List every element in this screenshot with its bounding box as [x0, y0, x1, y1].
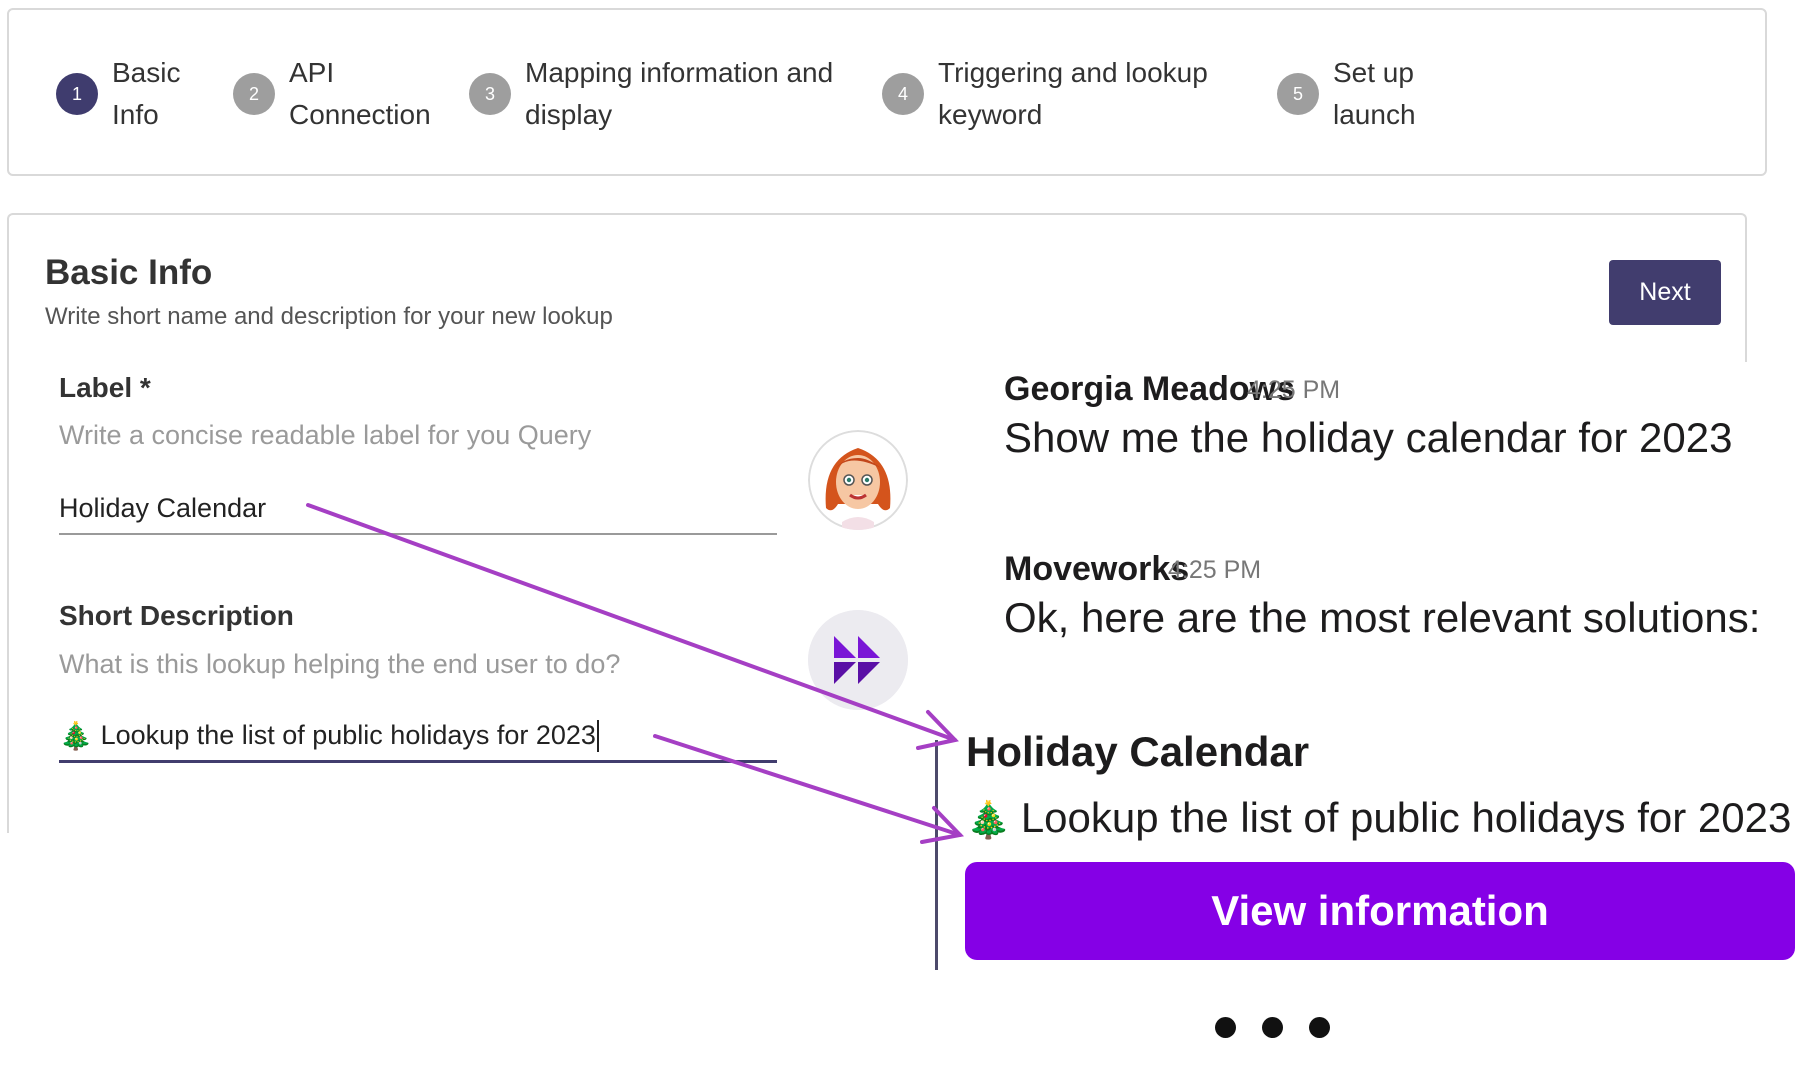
step-label-line2: Connection — [289, 99, 431, 130]
tree-emoji-icon: 🎄 — [59, 720, 93, 751]
step-number: 4 — [882, 73, 924, 115]
message-text: Ok, here are the most relevant solutions… — [1004, 594, 1761, 641]
label-input[interactable]: Holiday Calendar — [59, 483, 777, 535]
message-time: 4:25 PM — [1168, 556, 1262, 584]
card-accent-bar — [935, 740, 938, 970]
user-avatar-icon[interactable] — [808, 430, 908, 530]
page-subtitle: Write short name and description for you… — [45, 303, 613, 330]
step-number: 5 — [1277, 73, 1319, 115]
step-mapping[interactable]: 3 Mapping information and display — [469, 52, 833, 136]
typing-dot — [1215, 1017, 1236, 1038]
step-label-line2: keyword — [938, 99, 1043, 130]
sender-name[interactable]: Moveworks — [1004, 550, 1189, 589]
page-title: Basic Info — [45, 253, 213, 292]
label-field-hint: Write a concise readable label for you Q… — [59, 420, 592, 450]
step-label-line1: Basic — [112, 57, 181, 88]
step-number: 2 — [233, 73, 275, 115]
card-description: 🎄 Lookup the list of public holidays for … — [966, 794, 1791, 842]
card-description-text: Lookup the list of public holidays for 2… — [1020, 794, 1792, 841]
step-label-line2: launch — [1333, 99, 1416, 130]
stepper: 1 Basic Info 2 API Connection 3 Mapping … — [7, 8, 1767, 176]
tree-emoji-icon: 🎄 — [966, 799, 1011, 840]
step-number: 1 — [56, 73, 98, 115]
message-time: 4:25 PM — [1247, 376, 1341, 404]
description-field-label: Short Description — [59, 600, 294, 631]
step-label: Basic Info — [112, 52, 180, 136]
moveworks-logo-icon[interactable] — [808, 610, 908, 710]
description-field-hint: What is this lookup helping the end user… — [59, 649, 621, 679]
text-caret — [596, 719, 599, 752]
view-information-button[interactable]: View information — [965, 862, 1795, 960]
step-label-line1: Set up — [1333, 57, 1414, 88]
step-label-line1: API — [289, 57, 335, 88]
step-launch[interactable]: 5 Set up launch — [1277, 52, 1416, 136]
step-basic-info[interactable]: 1 Basic Info — [56, 52, 180, 136]
typing-dot — [1262, 1017, 1283, 1038]
step-number: 3 — [469, 73, 511, 115]
label-input-value: Holiday Calendar — [59, 492, 267, 523]
step-label: Triggering and lookup keyword — [938, 52, 1208, 136]
typing-dots-icon — [1215, 1017, 1330, 1038]
description-input-value: Lookup the list of public holidays for 2… — [100, 720, 596, 750]
typing-dot — [1309, 1017, 1330, 1038]
message-text: Show me the holiday calendar for 2023 — [1004, 414, 1733, 461]
step-label: API Connection — [289, 52, 431, 136]
step-label-line1: Mapping information and — [525, 57, 834, 88]
chat-panel: Georgia Meadows 4:25 PM Show me the holi… — [790, 362, 1820, 1072]
step-label: Mapping information and display — [525, 52, 833, 136]
step-label-line1: Triggering and lookup — [938, 57, 1208, 88]
label-field-label: Label * — [59, 372, 151, 403]
step-label-line2: display — [525, 99, 613, 130]
step-api-connection[interactable]: 2 API Connection — [233, 52, 431, 136]
description-input[interactable]: 🎄 Lookup the list of public holidays for… — [59, 711, 777, 763]
step-label: Set up launch — [1333, 52, 1416, 136]
card-title: Holiday Calendar — [966, 728, 1310, 775]
step-label-line2: Info — [112, 99, 159, 130]
step-triggering[interactable]: 4 Triggering and lookup keyword — [882, 52, 1208, 136]
next-button[interactable]: Next — [1609, 260, 1721, 325]
